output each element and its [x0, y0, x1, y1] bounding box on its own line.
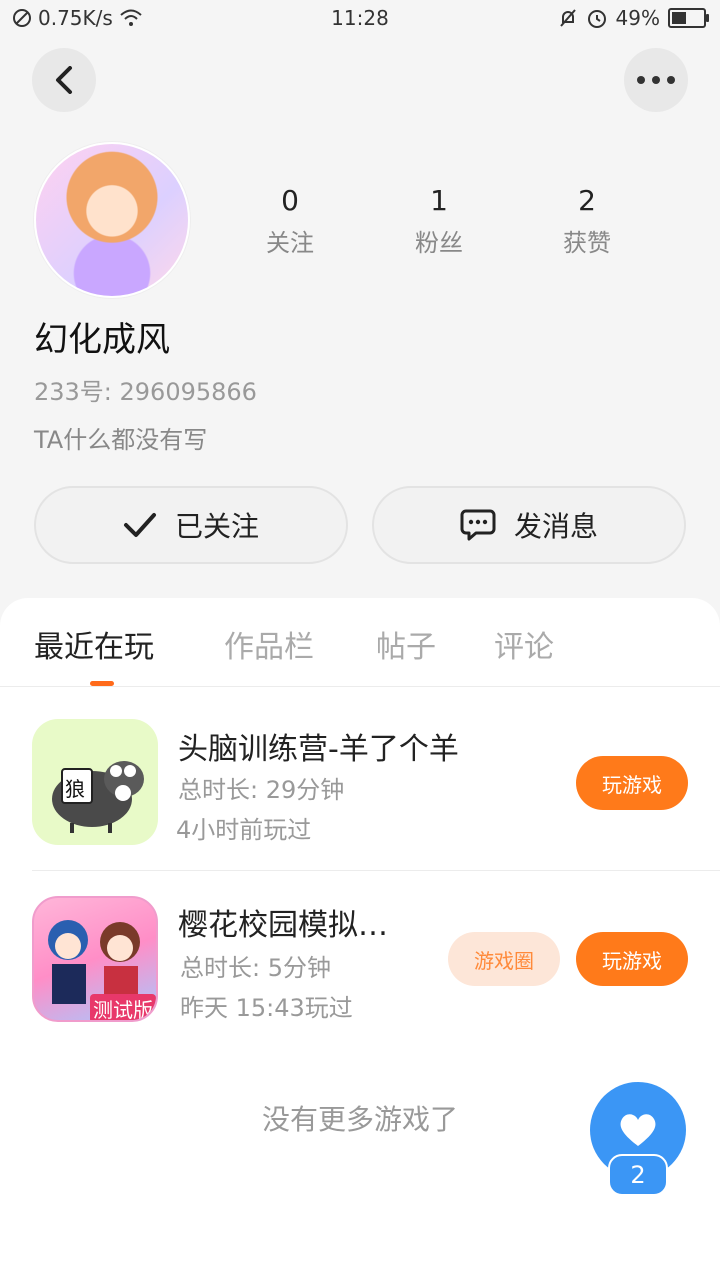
stat-fans[interactable]: 1 粉丝: [379, 184, 499, 258]
profile-uid: 233号: 296095866: [34, 378, 257, 406]
message-button[interactable]: 发消息: [372, 486, 686, 564]
profile-bio: TA什么都没有写: [34, 426, 208, 454]
game-icon-sakura[interactable]: 测试版: [32, 896, 158, 1022]
game-title[interactable]: 樱花校园模拟…: [178, 900, 388, 944]
game-title[interactable]: 头脑训练营-羊了个羊: [178, 724, 459, 768]
status-bar: 0.75K/s 11:28 49%: [0, 0, 720, 36]
game-last-played: 4小时前玩过: [176, 816, 312, 844]
follow-button[interactable]: 已关注: [34, 486, 348, 564]
test-version-badge: 测试版: [90, 994, 156, 1020]
avatar[interactable]: [34, 142, 190, 298]
alarm-icon: [587, 10, 606, 28]
play-game-button[interactable]: 玩游戏: [576, 932, 688, 986]
game-duration: 总时长: 29分钟: [178, 776, 345, 804]
like-count-badge: 2: [608, 1154, 668, 1196]
stat-label: 获赞: [563, 229, 611, 257]
profile-name: 幻化成风: [34, 320, 170, 360]
message-label: 发消息: [513, 510, 598, 543]
tabs-divider: [0, 686, 720, 687]
stat-value: 0: [281, 184, 299, 217]
more-button[interactable]: [624, 48, 688, 112]
game-circle-button[interactable]: 游戏圈: [448, 932, 560, 986]
follow-label: 已关注: [174, 510, 259, 543]
stat-likes[interactable]: 2 获赞: [527, 184, 647, 258]
battery-icon: [668, 8, 709, 28]
heart-icon: [620, 1114, 656, 1146]
chat-bubble-icon: [460, 509, 496, 541]
stat-label: 粉丝: [415, 229, 463, 257]
tab-works[interactable]: 作品栏: [224, 622, 314, 666]
tab-recent-played[interactable]: 最近在玩: [34, 622, 154, 666]
status-right: 49%: [558, 6, 709, 30]
game-icon-sheep[interactable]: 狼: [32, 719, 158, 845]
stat-value: 1: [430, 184, 448, 217]
game-icon-text: 狼: [65, 777, 85, 801]
back-button[interactable]: [32, 48, 96, 112]
stat-following[interactable]: 0 关注: [230, 184, 350, 258]
list-divider: [32, 870, 720, 871]
mute-bell-icon: [559, 9, 576, 27]
tab-posts[interactable]: 帖子: [376, 622, 436, 666]
sheep-icon: [52, 761, 144, 833]
game-duration: 总时长: 5分钟: [180, 954, 331, 982]
more-dots-icon: [637, 76, 675, 84]
check-icon: [123, 513, 156, 537]
play-game-button[interactable]: 玩游戏: [576, 756, 688, 810]
back-arrow-icon: [56, 66, 72, 94]
stat-label: 关注: [266, 229, 314, 257]
game-last-played: 昨天 15:43玩过: [180, 994, 353, 1022]
tab-comments[interactable]: 评论: [494, 622, 554, 666]
stat-value: 2: [578, 184, 596, 217]
battery-percent: 49%: [615, 6, 660, 30]
